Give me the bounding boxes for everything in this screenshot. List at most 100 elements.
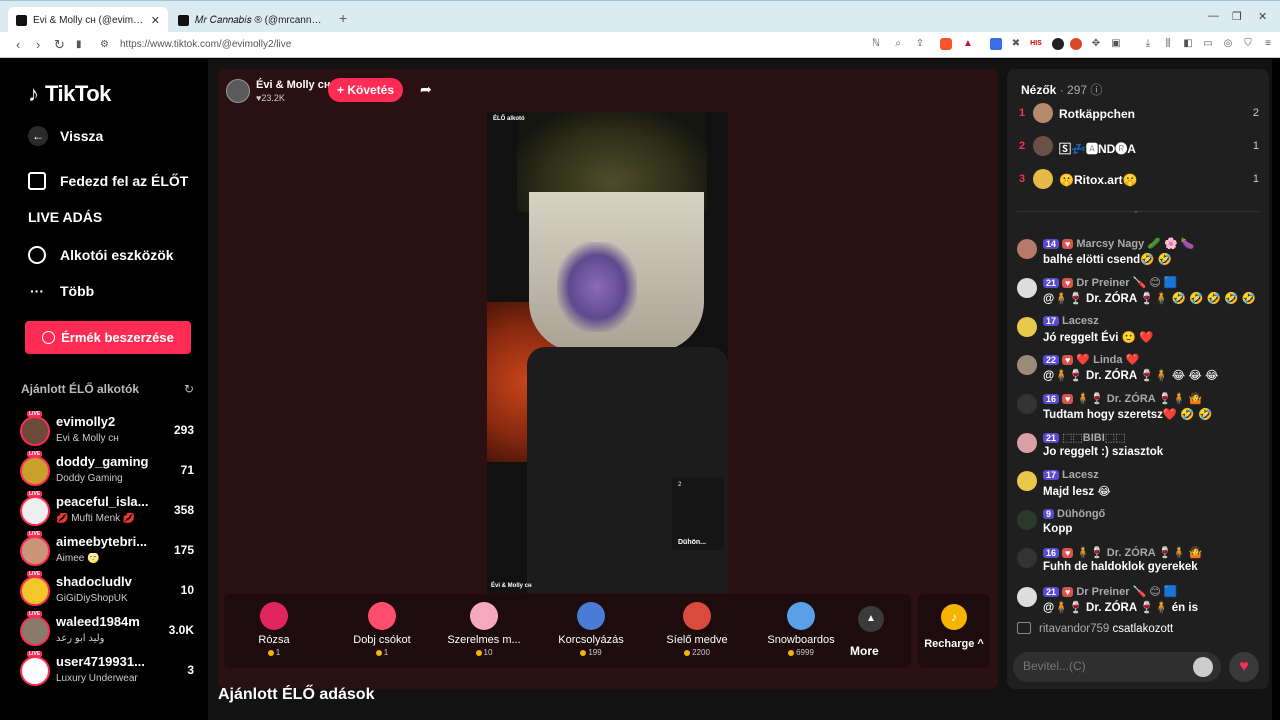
restore-icon[interactable]: ❐ xyxy=(1232,10,1242,23)
shield-icon[interactable]: ⛉ xyxy=(1242,38,1254,50)
back-button[interactable]: ← Vissza xyxy=(28,126,103,146)
site-settings-icon[interactable]: ⚙ xyxy=(100,39,109,50)
get-coins-button[interactable]: Érmék beszerzése xyxy=(25,321,191,354)
top-viewer-row[interactable]: 2 🅂💤🅰ND🅡A 1 xyxy=(1019,136,1259,158)
guest-tile[interactable]: 2 Dühön... xyxy=(672,477,724,550)
chat-user: Dr Preiner 🪛 😊 🟦 xyxy=(1076,277,1178,289)
creator-item[interactable]: LIVE user4719931... Luxury Underwear 3 xyxy=(20,651,200,690)
creator-item[interactable]: LIVE doddy_gaming Doddy Gaming 71 xyxy=(20,451,200,490)
host-avatar[interactable] xyxy=(226,79,250,103)
heart-gift-icon[interactable]: ♥ xyxy=(1229,652,1259,682)
top-viewer-row[interactable]: 3 🤫Ritox.art🤫 1 xyxy=(1019,169,1259,191)
translate-icon[interactable]: ℕ xyxy=(870,38,882,50)
emoji-icon[interactable] xyxy=(1193,657,1213,677)
chat-input[interactable] xyxy=(1023,659,1173,673)
level-badge: 21 xyxy=(1043,586,1060,597)
gift-item[interactable]: Korcsolyázás 199 xyxy=(541,594,641,668)
extension-icon[interactable] xyxy=(1052,38,1064,50)
tiktok-note-icon: ♪ xyxy=(28,81,39,106)
avatar xyxy=(1033,136,1053,156)
gift-item[interactable]: Dobj csókot 1 xyxy=(332,594,432,668)
share-icon[interactable]: ➦ xyxy=(420,81,432,98)
creator-item[interactable]: LIVE waleed1984m وليد ابو رعد 3.0K xyxy=(20,611,200,650)
host-name[interactable]: Évi & Molly ᴄʜ xyxy=(256,79,331,91)
viewer-name: Rotkäppchen xyxy=(1059,107,1136,121)
creator-sub: GiGiDiyShopUK xyxy=(56,593,128,604)
live-badge: LIVE xyxy=(27,531,43,537)
zoom-icon[interactable]: ⌕ xyxy=(892,38,904,50)
refresh-icon[interactable]: ↻ xyxy=(184,382,194,396)
gift-bar: Rózsa 1 Dobj csókot 1 Szerelmes m... 10 … xyxy=(224,594,911,668)
tab-title: 𝑀𝑟 𝐶𝑎𝑛𝑛𝑎𝑏𝑖𝑠 ® (@mrcannabis_) xyxy=(195,14,324,26)
close-window-icon[interactable]: ✕ xyxy=(1258,10,1267,23)
gift-item[interactable]: Rózsa 1 xyxy=(224,594,324,668)
menu-more[interactable]: ··· Több xyxy=(28,282,94,300)
creator-item[interactable]: LIVE evimolly2 Évi & Molly ᴄʜ 293 xyxy=(20,411,200,450)
chat-text: Jó reggelt Évi 🙂 ❤️ xyxy=(1043,332,1154,344)
video-footer: Évi & Molly ᴄʜ xyxy=(491,583,532,589)
sidebar-toggle-icon[interactable]: ◧ xyxy=(1182,38,1194,50)
chat-text: @🧍🍷 Dr. ZÓRA 🍷🧍 🤣 🤣 🤣 🤣 🤣 xyxy=(1043,293,1257,305)
creator-sub: Évi & Molly ᴄʜ xyxy=(56,433,119,444)
gift-price: 10 xyxy=(434,648,534,657)
download-icon[interactable]: ⤓ xyxy=(1142,38,1154,50)
recharge-button[interactable]: ♪ Recharge ^ xyxy=(918,594,990,668)
creator-name: peaceful_isla... xyxy=(56,494,149,509)
minimize-icon[interactable]: — xyxy=(1208,10,1219,22)
viewers-label: Nézők xyxy=(1021,83,1057,97)
live-badge: LIVE xyxy=(27,611,43,617)
brave-shield-icon[interactable] xyxy=(940,38,952,50)
viewer-count: 3.0K xyxy=(168,623,194,637)
close-tab-icon[interactable]: ✕ xyxy=(151,14,160,27)
new-tab-icon[interactable]: + xyxy=(339,10,347,26)
forward-nav-icon[interactable]: › xyxy=(36,37,40,52)
puzzle-icon[interactable]: ✥ xyxy=(1090,38,1102,50)
browser-tab-active[interactable]: Évi & Molly ᴄʜ (@evimolly2) L ✕ xyxy=(8,7,168,33)
guest-count: 2 xyxy=(678,482,682,488)
browser-tab-inactive[interactable]: 𝑀𝑟 𝐶𝑎𝑛𝑛𝑎𝑏𝑖𝑠 ® (@mrcannabis_) xyxy=(170,7,332,33)
ski-bear-icon xyxy=(683,602,711,630)
level-badge: 17 xyxy=(1043,470,1060,480)
screenshot-icon[interactable]: ▣ xyxy=(1110,38,1122,50)
library-icon[interactable]: ⫼ xyxy=(1162,38,1174,50)
reload-icon[interactable]: ↻ xyxy=(54,37,65,53)
creator-name: shadocludlv xyxy=(56,574,132,589)
top-viewer-row[interactable]: 1 Rotkäppchen 2 xyxy=(1019,103,1259,125)
gift-price: 1 xyxy=(224,648,324,657)
gift-item[interactable]: Síelő medve 2200 xyxy=(647,594,747,668)
extension-icon[interactable]: ✖ xyxy=(1010,38,1022,50)
chat-input-box[interactable] xyxy=(1013,652,1221,682)
follow-button[interactable]: + Követés xyxy=(328,78,403,102)
viewer-score: 1 xyxy=(1252,173,1259,185)
more-gifts-button[interactable]: More xyxy=(850,644,879,658)
extension-icon[interactable]: HIS xyxy=(1030,38,1042,50)
bookmark-icon[interactable]: ▮ xyxy=(76,39,82,50)
viewer-count: 3 xyxy=(187,663,194,677)
menu-explore-live[interactable]: Fedezd fel az ÉLŐT xyxy=(28,172,188,190)
extension-icon[interactable] xyxy=(1070,38,1082,50)
chevron-down-icon[interactable]: ⌄ xyxy=(1132,205,1140,216)
creator-item[interactable]: LIVE peaceful_isla... 💋 Mufti Menk 💋 358 xyxy=(20,491,200,530)
rewards-icon[interactable]: ▲ xyxy=(962,38,974,50)
info-icon[interactable]: ⓘ xyxy=(1090,83,1102,97)
back-nav-icon[interactable]: ‹ xyxy=(16,37,20,52)
joined-user[interactable]: ritavandor759 xyxy=(1039,623,1109,635)
avatar xyxy=(1017,510,1037,530)
menu-icon[interactable]: ≡ xyxy=(1262,38,1274,50)
url-field[interactable]: https://www.tiktok.com/@evimolly2/live xyxy=(120,39,291,50)
avatar xyxy=(20,536,50,566)
gift-item[interactable]: Szerelmes m... 10 xyxy=(434,594,534,668)
menu-creator-tools[interactable]: Alkotói eszközök xyxy=(28,246,174,264)
chevron-up-icon[interactable]: ▲ xyxy=(858,606,884,632)
wallet-icon[interactable]: ▭ xyxy=(1202,38,1214,50)
menu-go-live[interactable]: LIVE ADÁS xyxy=(28,209,315,265)
share-page-icon[interactable]: ⇪ xyxy=(914,38,926,50)
tiktok-logo[interactable]: ♪ TikTok xyxy=(28,81,111,107)
vpn-icon[interactable]: ◎ xyxy=(1222,38,1234,50)
gift-item[interactable]: Snowboardos 6999 xyxy=(751,594,851,668)
creator-item[interactable]: LIVE aimeebytebri... Aimee 🌝 175 xyxy=(20,531,200,570)
creator-item[interactable]: LIVE shadocludlv GiGiDiyShopUK 10 xyxy=(20,571,200,610)
chat-user: Lacesz xyxy=(1062,469,1099,481)
coin-icon: ♪ xyxy=(941,604,967,630)
extension-icon[interactable] xyxy=(990,38,1002,50)
